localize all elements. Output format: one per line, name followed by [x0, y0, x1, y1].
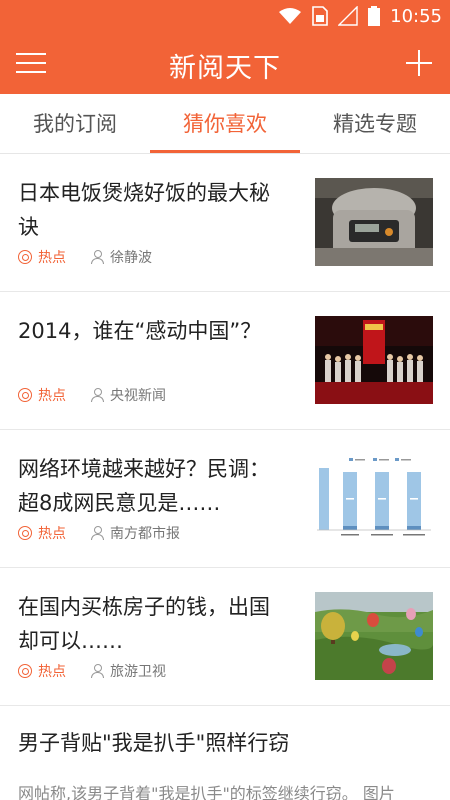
news-source: 央视新闻	[90, 385, 166, 405]
news-item[interactable]: 日本电饭煲烧好饭的最大秘诀 热点 徐静波	[0, 154, 450, 292]
news-source: 旅游卫视	[90, 661, 166, 681]
person-icon	[90, 526, 104, 540]
news-source: 徐静波	[90, 247, 152, 267]
hot-icon	[18, 250, 32, 264]
status-icons: 10:55	[278, 4, 442, 28]
tab-my-subscriptions[interactable]: 我的订阅	[0, 94, 150, 154]
news-meta: 热点 央视新闻	[18, 384, 166, 406]
app-title: 新阅天下	[169, 53, 281, 84]
person-icon	[90, 250, 104, 264]
news-feed[interactable]: 日本电饭煲烧好饭的最大秘诀 热点 徐静波 2014，谁在“感动中国”？ 热点 央…	[0, 154, 450, 800]
hot-tag: 热点	[18, 247, 66, 267]
news-item[interactable]: 在国内买栋房子的钱，出国却可以…… 热点 旅游卫视	[0, 568, 450, 706]
tab-recommended[interactable]: 猜你喜欢	[150, 94, 300, 154]
news-title: 日本电饭煲烧好饭的最大秘诀	[18, 181, 270, 239]
news-meta: 热点 旅游卫视	[18, 660, 166, 682]
status-bar: 10:55	[0, 0, 450, 32]
hot-label: 热点	[38, 250, 66, 266]
person-icon	[90, 664, 104, 678]
source-label: 南方都市报	[110, 526, 180, 542]
battery-icon	[368, 6, 381, 26]
source-label: 徐静波	[110, 250, 152, 266]
hot-tag: 热点	[18, 523, 66, 543]
app-bar: 新阅天下	[0, 32, 450, 94]
news-summary: 网帖称,该男子背着"我是扒手"的标签继续行窃。 图片	[18, 784, 395, 800]
signal-icon	[338, 6, 358, 26]
tab-bar: 我的订阅 猜你喜欢 精选专题	[0, 94, 450, 154]
source-label: 央视新闻	[110, 388, 166, 404]
hot-label: 热点	[38, 664, 66, 680]
status-time: 10:55	[390, 5, 442, 27]
news-item[interactable]: 网络环境越来越好？民调：超8成网民意见是…… 热点 南方都市报	[0, 430, 450, 568]
news-meta: 热点 南方都市报	[18, 522, 180, 544]
survey-chart-thumbnail	[315, 454, 433, 542]
news-title: 在国内买栋房子的钱，出国却可以……	[18, 595, 270, 653]
wifi-icon	[279, 8, 302, 24]
hot-tag: 热点	[18, 385, 66, 405]
active-tab-indicator	[150, 150, 300, 153]
news-source: 南方都市报	[90, 523, 180, 543]
news-title: 2014，谁在“感动中国”？	[18, 319, 262, 343]
stage-group-thumbnail	[315, 316, 433, 404]
news-item[interactable]: 男子背贴"我是扒手"照样行窃 网帖称,该男子背着"我是扒手"的标签继续行窃。 图…	[0, 706, 450, 800]
hot-air-balloons-thumbnail	[315, 592, 433, 680]
news-title: 网络环境越来越好？民调：超8成网民意见是……	[18, 457, 270, 515]
hot-label: 热点	[38, 388, 66, 404]
add-icon[interactable]	[404, 48, 434, 78]
news-item[interactable]: 2014，谁在“感动中国”？ 热点 央视新闻	[0, 292, 450, 430]
hot-tag: 热点	[18, 661, 66, 681]
hot-icon	[18, 664, 32, 678]
person-icon	[90, 388, 104, 402]
hot-icon	[18, 388, 32, 402]
hot-icon	[18, 526, 32, 540]
news-title: 男子背贴"我是扒手"照样行窃	[18, 731, 290, 755]
sim-card-icon	[312, 6, 328, 26]
news-meta: 热点 徐静波	[18, 246, 152, 268]
hot-label: 热点	[38, 526, 66, 542]
rice-cooker-thumbnail	[315, 178, 433, 266]
source-label: 旅游卫视	[110, 664, 166, 680]
tab-featured-topics[interactable]: 精选专题	[300, 94, 450, 154]
